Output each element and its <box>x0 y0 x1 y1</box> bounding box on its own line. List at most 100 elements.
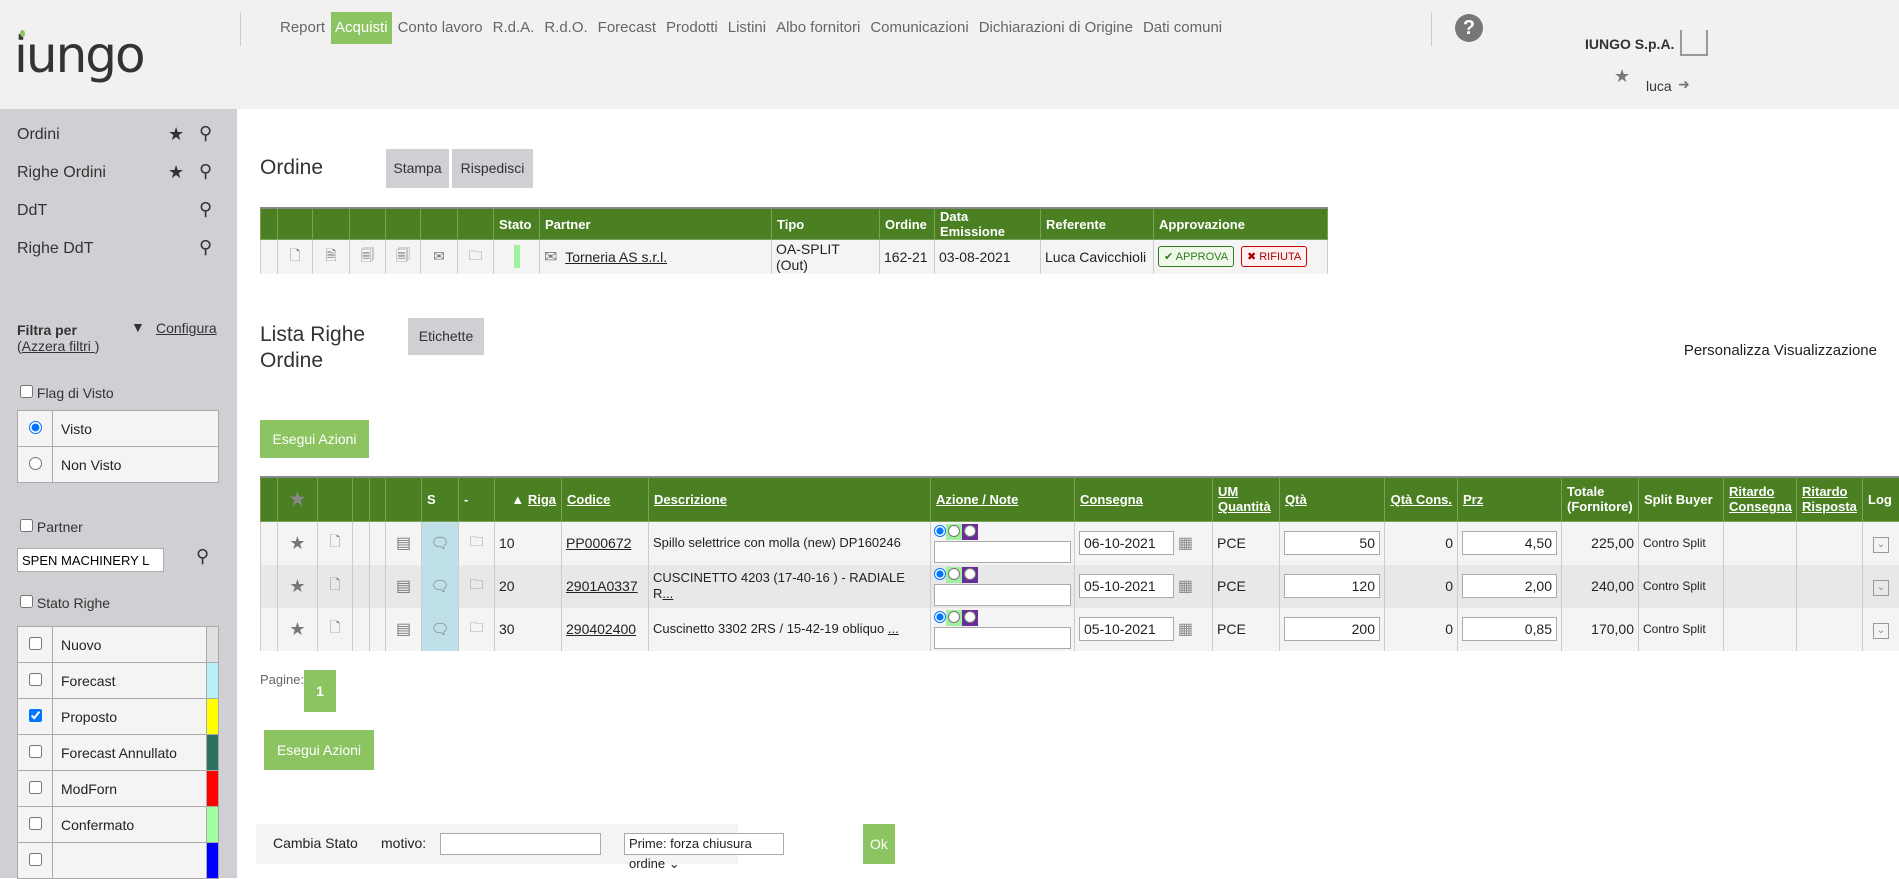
search-icon[interactable]: ⚲ <box>199 123 212 144</box>
col-qta[interactable]: Qtà <box>1285 492 1307 507</box>
document-search-icon[interactable]: 🗐 <box>350 240 386 274</box>
sidebar-item-ordini[interactable]: Ordini <box>17 126 60 144</box>
stato-option[interactable]: Forecast <box>18 663 219 699</box>
search-icon[interactable]: ⚲ <box>199 237 212 258</box>
riga-sort[interactable]: Riga <box>528 492 556 507</box>
folder-icon[interactable]: 🗀 <box>459 565 495 608</box>
mail-icon[interactable]: ✉ <box>544 249 557 266</box>
stato-checkbox[interactable] <box>29 853 42 866</box>
star-icon[interactable]: ★ <box>278 477 318 521</box>
prz-input[interactable]: 0,85 <box>1462 617 1557 641</box>
execute-actions-button-bottom[interactable]: Esegui Azioni <box>264 730 374 770</box>
stato-righe-filter[interactable]: Stato Righe <box>20 595 110 611</box>
folder-icon[interactable]: 🗀 <box>458 240 494 274</box>
factory-icon[interactable] <box>1680 30 1708 56</box>
col-prz[interactable]: Prz <box>1463 492 1483 507</box>
codice-link[interactable]: PP000672 <box>566 535 631 551</box>
search-icon[interactable]: ⚲ <box>199 199 212 220</box>
consegna-input[interactable]: 05-10-2021 <box>1079 574 1174 598</box>
nav-r-d-a-[interactable]: R.d.A. <box>489 12 539 44</box>
sidebar-item-righe-ordini[interactable]: Righe Ordini <box>17 164 106 182</box>
consegna-input[interactable]: 05-10-2021 <box>1079 617 1174 641</box>
document-icon[interactable]: 🗋 <box>278 240 313 274</box>
qta-input[interactable]: 200 <box>1284 617 1380 641</box>
nav-report[interactable]: Report <box>276 12 329 44</box>
print-button[interactable]: Stampa <box>386 149 449 188</box>
nav-conto-lavoro[interactable]: Conto lavoro <box>394 12 487 44</box>
ok-button[interactable]: Ok <box>863 824 895 864</box>
customize-view-link[interactable]: Personalizza Visualizzazione <box>1684 342 1877 359</box>
document-icon[interactable]: 🗋 <box>318 608 353 651</box>
sidebar-item-ddt[interactable]: DdT <box>17 202 47 220</box>
note-input[interactable] <box>934 584 1071 606</box>
comment-v-icon[interactable]: 🗨 <box>422 565 459 608</box>
nav-listini[interactable]: Listini <box>724 12 770 44</box>
qta-input[interactable]: 50 <box>1284 531 1380 555</box>
sidebar-item-righe-ddt[interactable]: Righe DdT <box>17 240 93 258</box>
nav-albo-fornitori[interactable]: Albo fornitori <box>772 12 864 44</box>
stato-checkbox[interactable] <box>29 781 42 794</box>
state-select[interactable]: Prime: forza chiusura ordine ⌄ <box>624 833 784 855</box>
comment-v-icon[interactable]: 🗨 <box>422 608 459 651</box>
search-icon[interactable]: ⚲ <box>199 161 212 182</box>
consegna-input[interactable]: 06-10-2021 <box>1079 531 1174 555</box>
reset-filters-link[interactable]: (Azzera filtri ) <box>17 338 99 354</box>
col-consegna[interactable]: Consegna <box>1080 492 1143 507</box>
comment-v-icon[interactable]: 🗨 <box>422 521 459 565</box>
partner-filter[interactable]: Partner <box>20 519 83 535</box>
help-icon[interactable]: ? <box>1455 14 1483 42</box>
action-radio-3[interactable] <box>964 525 976 537</box>
star-icon[interactable]: ★ <box>278 565 318 608</box>
col-azione[interactable]: Azione / Note <box>936 492 1018 507</box>
execute-actions-button[interactable]: Esegui Azioni <box>260 420 369 458</box>
col-descrizione[interactable]: Descrizione <box>654 492 727 507</box>
detail-icon[interactable]: ▤ <box>386 521 422 565</box>
nav-forecast[interactable]: Forecast <box>594 12 660 44</box>
more-link[interactable]: ... <box>888 621 899 636</box>
nav-dati-comuni[interactable]: Dati comuni <box>1139 12 1226 44</box>
logout-icon[interactable]: ➜ <box>1678 76 1690 93</box>
visto-option[interactable]: Visto <box>18 411 219 447</box>
stato-checkbox[interactable] <box>29 673 42 686</box>
codice-link[interactable]: 2901A0337 <box>566 578 638 594</box>
reject-button[interactable]: ✖ RIFIUTA <box>1241 246 1307 267</box>
log-expand-icon[interactable]: ⌄ <box>1873 580 1889 596</box>
col-ritardo-consegna[interactable]: Ritardo Consegna <box>1729 484 1792 514</box>
calendar-icon[interactable]: ▦ <box>1178 621 1193 638</box>
prz-input[interactable]: 4,50 <box>1462 531 1557 555</box>
folder-icon[interactable]: 🗀 <box>459 608 495 651</box>
note-input[interactable] <box>934 627 1071 649</box>
action-radio-2[interactable] <box>948 525 960 537</box>
star-icon[interactable]: ★ <box>278 521 318 565</box>
stato-righe-checkbox[interactable] <box>20 595 33 608</box>
approve-button[interactable]: ✔ APPROVA <box>1158 246 1234 267</box>
stato-option[interactable]: Proposto <box>18 699 219 735</box>
action-radio-3[interactable] <box>964 611 976 623</box>
action-radio-2[interactable] <box>948 568 960 580</box>
star-icon[interactable]: ★ <box>1614 66 1630 87</box>
action-radio-3[interactable] <box>964 568 976 580</box>
star-icon[interactable]: ★ <box>168 162 184 183</box>
col-qta-cons[interactable]: Qtà Cons. <box>1391 492 1452 507</box>
more-link[interactable]: ... <box>662 586 673 601</box>
detail-icon[interactable]: ▤ <box>386 565 422 608</box>
calendar-icon[interactable]: ▦ <box>1178 578 1193 595</box>
action-radio-1[interactable] <box>934 611 946 623</box>
col-codice[interactable]: Codice <box>567 492 610 507</box>
labels-button[interactable]: Etichette <box>408 318 484 355</box>
document-icon[interactable]: 🗋 <box>318 521 353 565</box>
detail-icon[interactable]: ▤ <box>386 608 422 651</box>
visto-radio[interactable] <box>29 421 42 434</box>
nav-r-d-o-[interactable]: R.d.O. <box>540 12 591 44</box>
logo[interactable]: iungo <box>14 26 144 84</box>
col-um[interactable]: UM Quantità <box>1218 484 1271 514</box>
stato-option[interactable]: ModForn <box>18 771 219 807</box>
reset-filters[interactable]: Azzera filtri <box>22 338 95 354</box>
note-input[interactable] <box>934 541 1071 563</box>
calendar-icon[interactable]: ▦ <box>1178 535 1193 552</box>
stato-option[interactable]: Forecast Annullato <box>18 735 219 771</box>
qta-input[interactable]: 120 <box>1284 574 1380 598</box>
stato-checkbox[interactable] <box>29 745 42 758</box>
star-icon[interactable]: ★ <box>168 124 184 145</box>
motivo-input[interactable] <box>440 833 601 855</box>
